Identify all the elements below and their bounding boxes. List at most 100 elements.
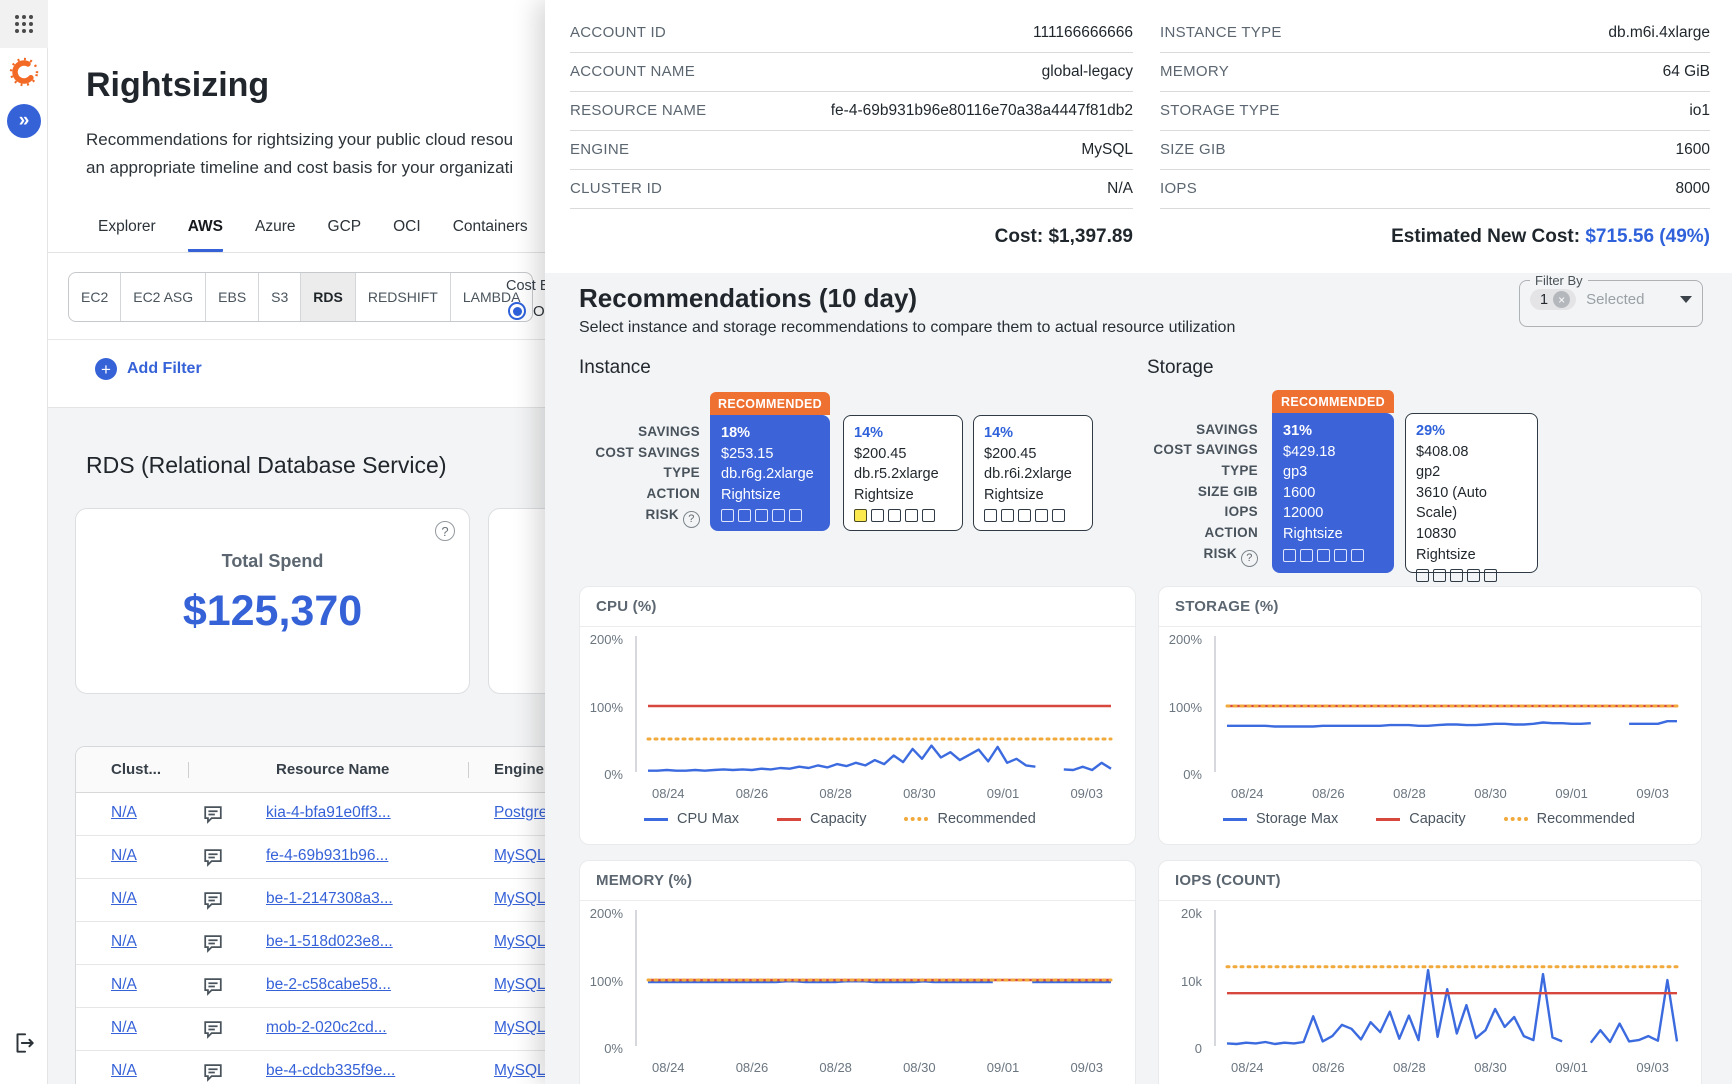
- estimated-new-cost: Estimated New Cost: $715.56 (49%): [1160, 226, 1710, 248]
- engine-link[interactable]: MySQL: [494, 1019, 546, 1037]
- radio-selected-icon[interactable]: [508, 302, 526, 320]
- estimated-new-cost-value[interactable]: $715.56 (49%): [1585, 226, 1710, 247]
- risk-square: [984, 509, 997, 522]
- comment-icon[interactable]: [202, 889, 224, 911]
- cluster-link[interactable]: N/A: [111, 976, 137, 994]
- instance-recommendation-card[interactable]: 14% $200.45 db.r5.2xlarge Rightsize: [843, 415, 963, 531]
- chevron-down-icon[interactable]: [1680, 296, 1692, 303]
- detail-label: ACCOUNT NAME: [570, 63, 695, 80]
- legend-dotted-swatch: [904, 817, 928, 821]
- tab-aws[interactable]: AWS: [188, 218, 223, 252]
- cpu-chart-title: CPU (%): [580, 587, 1135, 627]
- instance-recommendation-card[interactable]: 14% $200.45 db.r6i.2xlarge Rightsize: [973, 415, 1093, 531]
- tab-oci[interactable]: OCI: [393, 218, 421, 252]
- comment-icon[interactable]: [202, 1061, 224, 1083]
- risk-square: [1001, 509, 1014, 522]
- cluster-link[interactable]: N/A: [111, 890, 137, 908]
- risk-square: [1035, 509, 1048, 522]
- logout-icon[interactable]: [11, 1030, 37, 1056]
- risk-square: [1317, 549, 1330, 562]
- comment-icon[interactable]: [202, 803, 224, 825]
- filter-by-legend: Filter By: [1530, 273, 1588, 288]
- app-grid-icon[interactable]: [0, 0, 48, 48]
- engine-link[interactable]: MySQL: [494, 890, 546, 908]
- comment-icon[interactable]: [202, 932, 224, 954]
- cluster-link[interactable]: N/A: [111, 847, 137, 865]
- tab-containers[interactable]: Containers: [453, 218, 528, 252]
- risk-square: [772, 509, 785, 522]
- card-type: gp3: [1283, 462, 1383, 483]
- card-action: Rightsize: [984, 485, 1082, 506]
- detail-row: ENGINE MySQL: [570, 131, 1133, 170]
- x-axis-labels: 08/2408/2608/2808/3009/0109/03: [1213, 1056, 1687, 1075]
- detail-row: CLUSTER ID N/A: [570, 170, 1133, 209]
- comment-icon[interactable]: [202, 1018, 224, 1040]
- service-ec2[interactable]: EC2: [69, 273, 121, 321]
- resource-name-link[interactable]: be-1-518d023e8...: [266, 933, 393, 951]
- column-header-cluster[interactable]: Clust...: [111, 761, 161, 778]
- current-cost: Cost: $1,397.89: [570, 226, 1133, 248]
- service-s3[interactable]: S3: [259, 273, 301, 321]
- resource-name-link[interactable]: be-4-cdcb335f9e...: [266, 1062, 395, 1080]
- detail-label: ACCOUNT ID: [570, 24, 666, 41]
- storage-recommendation-card[interactable]: 29% $408.08 gp2 3610 (Auto Scale) 10830 …: [1405, 413, 1538, 573]
- detail-value: db.m6i.4xlarge: [1608, 24, 1710, 42]
- engine-link[interactable]: MySQL: [494, 976, 546, 994]
- risk-meter: [854, 509, 952, 522]
- cluster-link[interactable]: N/A: [111, 804, 137, 822]
- detail-label: MEMORY: [1160, 63, 1229, 80]
- risk-meter: [721, 509, 819, 522]
- risk-help-icon[interactable]: ?: [683, 511, 700, 528]
- comment-icon[interactable]: [202, 975, 224, 997]
- expand-sidebar-button[interactable]: »: [7, 104, 41, 138]
- detail-value: 111166666666: [1033, 24, 1133, 42]
- cluster-link[interactable]: N/A: [111, 933, 137, 951]
- engine-link[interactable]: MySQL: [494, 933, 546, 951]
- resource-name-link[interactable]: be-1-2147308a3...: [266, 890, 393, 908]
- left-rail: »: [0, 0, 48, 1084]
- cloudzero-logo-icon[interactable]: [9, 57, 39, 87]
- engine-link[interactable]: MySQL: [494, 847, 546, 865]
- risk-help-icon[interactable]: ?: [1241, 550, 1258, 567]
- risk-meter: [1283, 549, 1383, 562]
- storage-recommendation-card[interactable]: 31% $429.18 gp3 1600 12000 Rightsize: [1272, 413, 1394, 573]
- detail-label: CLUSTER ID: [570, 180, 662, 197]
- service-ec2-asg[interactable]: EC2 ASG: [121, 273, 206, 321]
- instance-recommendation-card[interactable]: 18% $253.15 db.r6g.2xlarge Rightsize: [710, 415, 830, 531]
- column-divider: [188, 762, 189, 778]
- column-header-engine[interactable]: Engine: [494, 761, 544, 778]
- tab-explorer[interactable]: Explorer: [98, 218, 156, 252]
- cluster-link[interactable]: N/A: [111, 1062, 137, 1080]
- comment-icon[interactable]: [202, 846, 224, 868]
- risk-square: [789, 509, 802, 522]
- resource-name-link[interactable]: mob-2-020c2cd...: [266, 1019, 387, 1037]
- detail-fields-right: INSTANCE TYPE db.m6i.4xlarge MEMORY 64 G…: [1160, 14, 1710, 209]
- tab-gcp[interactable]: GCP: [328, 218, 362, 252]
- resource-name-link[interactable]: kia-4-bfa91e0ff3...: [266, 804, 391, 822]
- page-description-line1: Recommendations for rightsizing your pub…: [86, 126, 513, 154]
- y-axis-labels: 200%100%0%: [580, 632, 632, 782]
- service-ebs[interactable]: EBS: [206, 273, 259, 321]
- resource-name-link[interactable]: fe-4-69b931b96...: [266, 847, 388, 865]
- x-axis-labels: 08/2408/2608/2808/3009/0109/03: [634, 782, 1121, 801]
- service-rds[interactable]: RDS: [301, 273, 356, 321]
- add-filter-button[interactable]: + Add Filter: [95, 358, 202, 380]
- help-icon[interactable]: ?: [435, 521, 455, 541]
- y-axis-labels: 200%100%0%: [580, 906, 632, 1056]
- resource-name-link[interactable]: be-2-c58cabe58...: [266, 976, 391, 994]
- risk-square: [721, 509, 734, 522]
- card-iops: 10830: [1416, 524, 1527, 545]
- cluster-link[interactable]: N/A: [111, 1019, 137, 1037]
- column-header-resource-name[interactable]: Resource Name: [276, 761, 389, 778]
- cpu-chart-plot: [634, 632, 1121, 782]
- service-redshift[interactable]: REDSHIFT: [356, 273, 451, 321]
- filter-by-dropdown[interactable]: Filter By 1 × Selected: [1519, 273, 1703, 327]
- tab-azure[interactable]: Azure: [255, 218, 296, 252]
- detail-value: 64 GiB: [1663, 63, 1710, 81]
- total-spend-label: Total Spend: [76, 551, 469, 572]
- column-divider: [468, 762, 469, 778]
- engine-link[interactable]: MySQL: [494, 1062, 546, 1080]
- detail-row: ACCOUNT NAME global-legacy: [570, 53, 1133, 92]
- remove-filter-icon[interactable]: ×: [1553, 291, 1570, 308]
- iops-chart-plot: [1213, 906, 1687, 1056]
